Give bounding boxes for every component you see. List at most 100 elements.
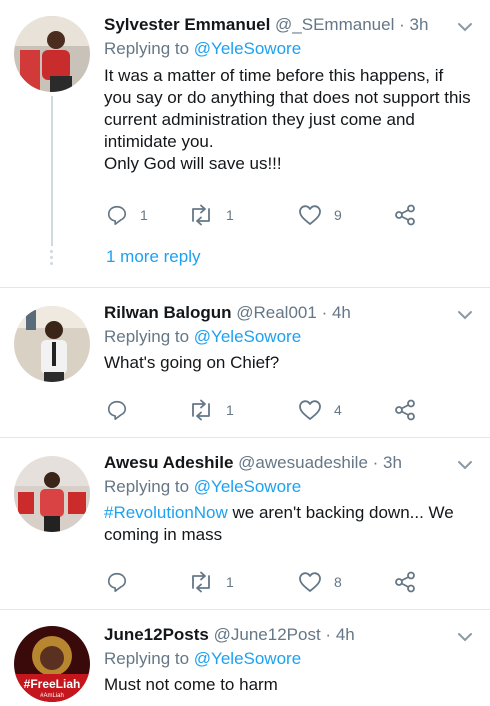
retweet-icon: [192, 204, 210, 226]
text-line: It was a matter of time before this happ…: [104, 66, 444, 85]
separator: ·: [325, 625, 332, 644]
tweet-4[interactable]: #FreeLiah #AmLiah June12Posts @June12Pos…: [0, 622, 490, 706]
heart-icon: [299, 205, 321, 225]
user-handle[interactable]: @Real001: [236, 303, 317, 322]
tweet-2[interactable]: Rilwan Balogun @Real001 · 4h Replying to…: [0, 300, 490, 430]
text-line: intimidate you.: [104, 132, 214, 151]
tweet-header: Sylvester Emmanuel @_SEmmanuel · 3h: [104, 14, 428, 36]
retweet-button[interactable]: 1: [188, 398, 234, 422]
avatar[interactable]: [14, 456, 90, 532]
replying-to: Replying to @YeleSowore: [104, 476, 301, 498]
retweet-count: 1: [226, 574, 234, 590]
more-replies-link[interactable]: 1 more reply: [106, 247, 200, 267]
text-line: Must not come to harm: [104, 675, 278, 694]
text-line: current administration they just come an…: [104, 110, 415, 129]
like-count: 9: [334, 207, 342, 223]
avatar[interactable]: [14, 306, 90, 382]
reply-button[interactable]: [106, 398, 128, 422]
share-button[interactable]: [394, 570, 416, 594]
chevron-down-icon[interactable]: [456, 628, 474, 646]
tweet-3[interactable]: Awesu Adeshile @awesuadeshile · 3h Reply…: [0, 450, 490, 605]
reply-icon: [107, 572, 127, 592]
avatar-text: #FreeLiah: [24, 677, 81, 691]
divider: [0, 609, 490, 610]
retweet-button[interactable]: 1: [188, 570, 234, 594]
display-name[interactable]: Sylvester Emmanuel: [104, 15, 270, 34]
reply-icon: [107, 400, 127, 420]
share-icon: [395, 399, 415, 421]
retweet-icon: [192, 571, 210, 593]
timestamp[interactable]: 4h: [332, 303, 351, 322]
replying-to: Replying to @YeleSowore: [104, 648, 301, 670]
replying-prefix: Replying to: [104, 39, 190, 58]
display-name[interactable]: Rilwan Balogun: [104, 303, 232, 322]
reply-button[interactable]: [106, 570, 128, 594]
retweet-button[interactable]: 1: [188, 203, 234, 227]
avatar[interactable]: #FreeLiah #AmLiah: [14, 626, 90, 702]
display-name[interactable]: June12Posts: [104, 625, 209, 644]
heart-icon: [299, 400, 321, 420]
divider: [0, 437, 490, 438]
avatar-subtext: #AmLiah: [40, 693, 64, 699]
user-handle[interactable]: @awesuadeshile: [238, 453, 368, 472]
mention-link[interactable]: @YeleSowore: [194, 327, 301, 346]
thread-dots: [50, 250, 54, 268]
tweet-header: Rilwan Balogun @Real001 · 4h: [104, 302, 351, 324]
text-line: you say or do anything that does not sup…: [104, 88, 471, 107]
tweet-text: #RevolutionNow we aren't backing down...…: [104, 502, 476, 546]
retweet-count: 1: [226, 207, 234, 223]
text-line: Only God will save us!!!: [104, 154, 282, 173]
avatar[interactable]: [14, 16, 90, 92]
thread-line: [51, 96, 53, 246]
display-name[interactable]: Awesu Adeshile: [104, 453, 233, 472]
replying-prefix: Replying to: [104, 477, 190, 496]
text-line: #RevolutionNow we aren't backing down...…: [104, 502, 476, 524]
text-fragment: we aren't backing down... We: [227, 503, 454, 522]
hashtag-link[interactable]: #RevolutionNow: [104, 503, 228, 522]
reply-count: 1: [140, 207, 148, 223]
like-button[interactable]: 8: [298, 570, 342, 594]
chevron-down-icon[interactable]: [456, 18, 474, 36]
divider: [0, 287, 490, 288]
separator: ·: [372, 453, 379, 472]
retweet-count: 1: [226, 402, 234, 418]
user-handle[interactable]: @June12Post: [214, 625, 321, 644]
tweet-1[interactable]: Sylvester Emmanuel @_SEmmanuel · 3h Repl…: [0, 10, 490, 280]
share-button[interactable]: [394, 203, 416, 227]
user-handle[interactable]: @_SEmmanuel: [275, 15, 394, 34]
like-count: 4: [334, 402, 342, 418]
tweet-header: Awesu Adeshile @awesuadeshile · 3h: [104, 452, 402, 474]
mention-link[interactable]: @YeleSowore: [194, 39, 301, 58]
mention-link[interactable]: @YeleSowore: [194, 477, 301, 496]
tweet-actions: 1 1 9: [104, 203, 434, 227]
tweet-text: What's going on Chief?: [104, 352, 476, 374]
tweet-actions: 1 4: [104, 398, 434, 422]
reply-button[interactable]: 1: [106, 203, 148, 227]
tweet-actions: 1 8: [104, 570, 434, 594]
retweet-icon: [192, 399, 210, 421]
like-button[interactable]: 9: [298, 203, 342, 227]
timestamp[interactable]: 3h: [383, 453, 402, 472]
chevron-down-icon[interactable]: [456, 306, 474, 324]
timestamp[interactable]: 4h: [336, 625, 355, 644]
text-line: coming in mass: [104, 525, 223, 544]
share-icon: [395, 204, 415, 226]
chevron-down-icon[interactable]: [456, 456, 474, 474]
mention-link[interactable]: @YeleSowore: [194, 649, 301, 668]
like-count: 8: [334, 574, 342, 590]
reply-icon: [107, 205, 127, 225]
timestamp[interactable]: 3h: [410, 15, 429, 34]
tweet-header: June12Posts @June12Post · 4h: [104, 624, 355, 646]
tweet-text: It was a matter of time before this happ…: [104, 65, 476, 175]
replying-to: Replying to @YeleSowore: [104, 326, 301, 348]
replying-prefix: Replying to: [104, 327, 190, 346]
tweet-text: Must not come to harm: [104, 674, 476, 696]
text-line: What's going on Chief?: [104, 353, 280, 372]
like-button[interactable]: 4: [298, 398, 342, 422]
share-button[interactable]: [394, 398, 416, 422]
replying-prefix: Replying to: [104, 649, 190, 668]
share-icon: [395, 571, 415, 593]
replying-to: Replying to @YeleSowore: [104, 38, 301, 60]
separator: ·: [399, 15, 405, 34]
heart-icon: [299, 572, 321, 592]
